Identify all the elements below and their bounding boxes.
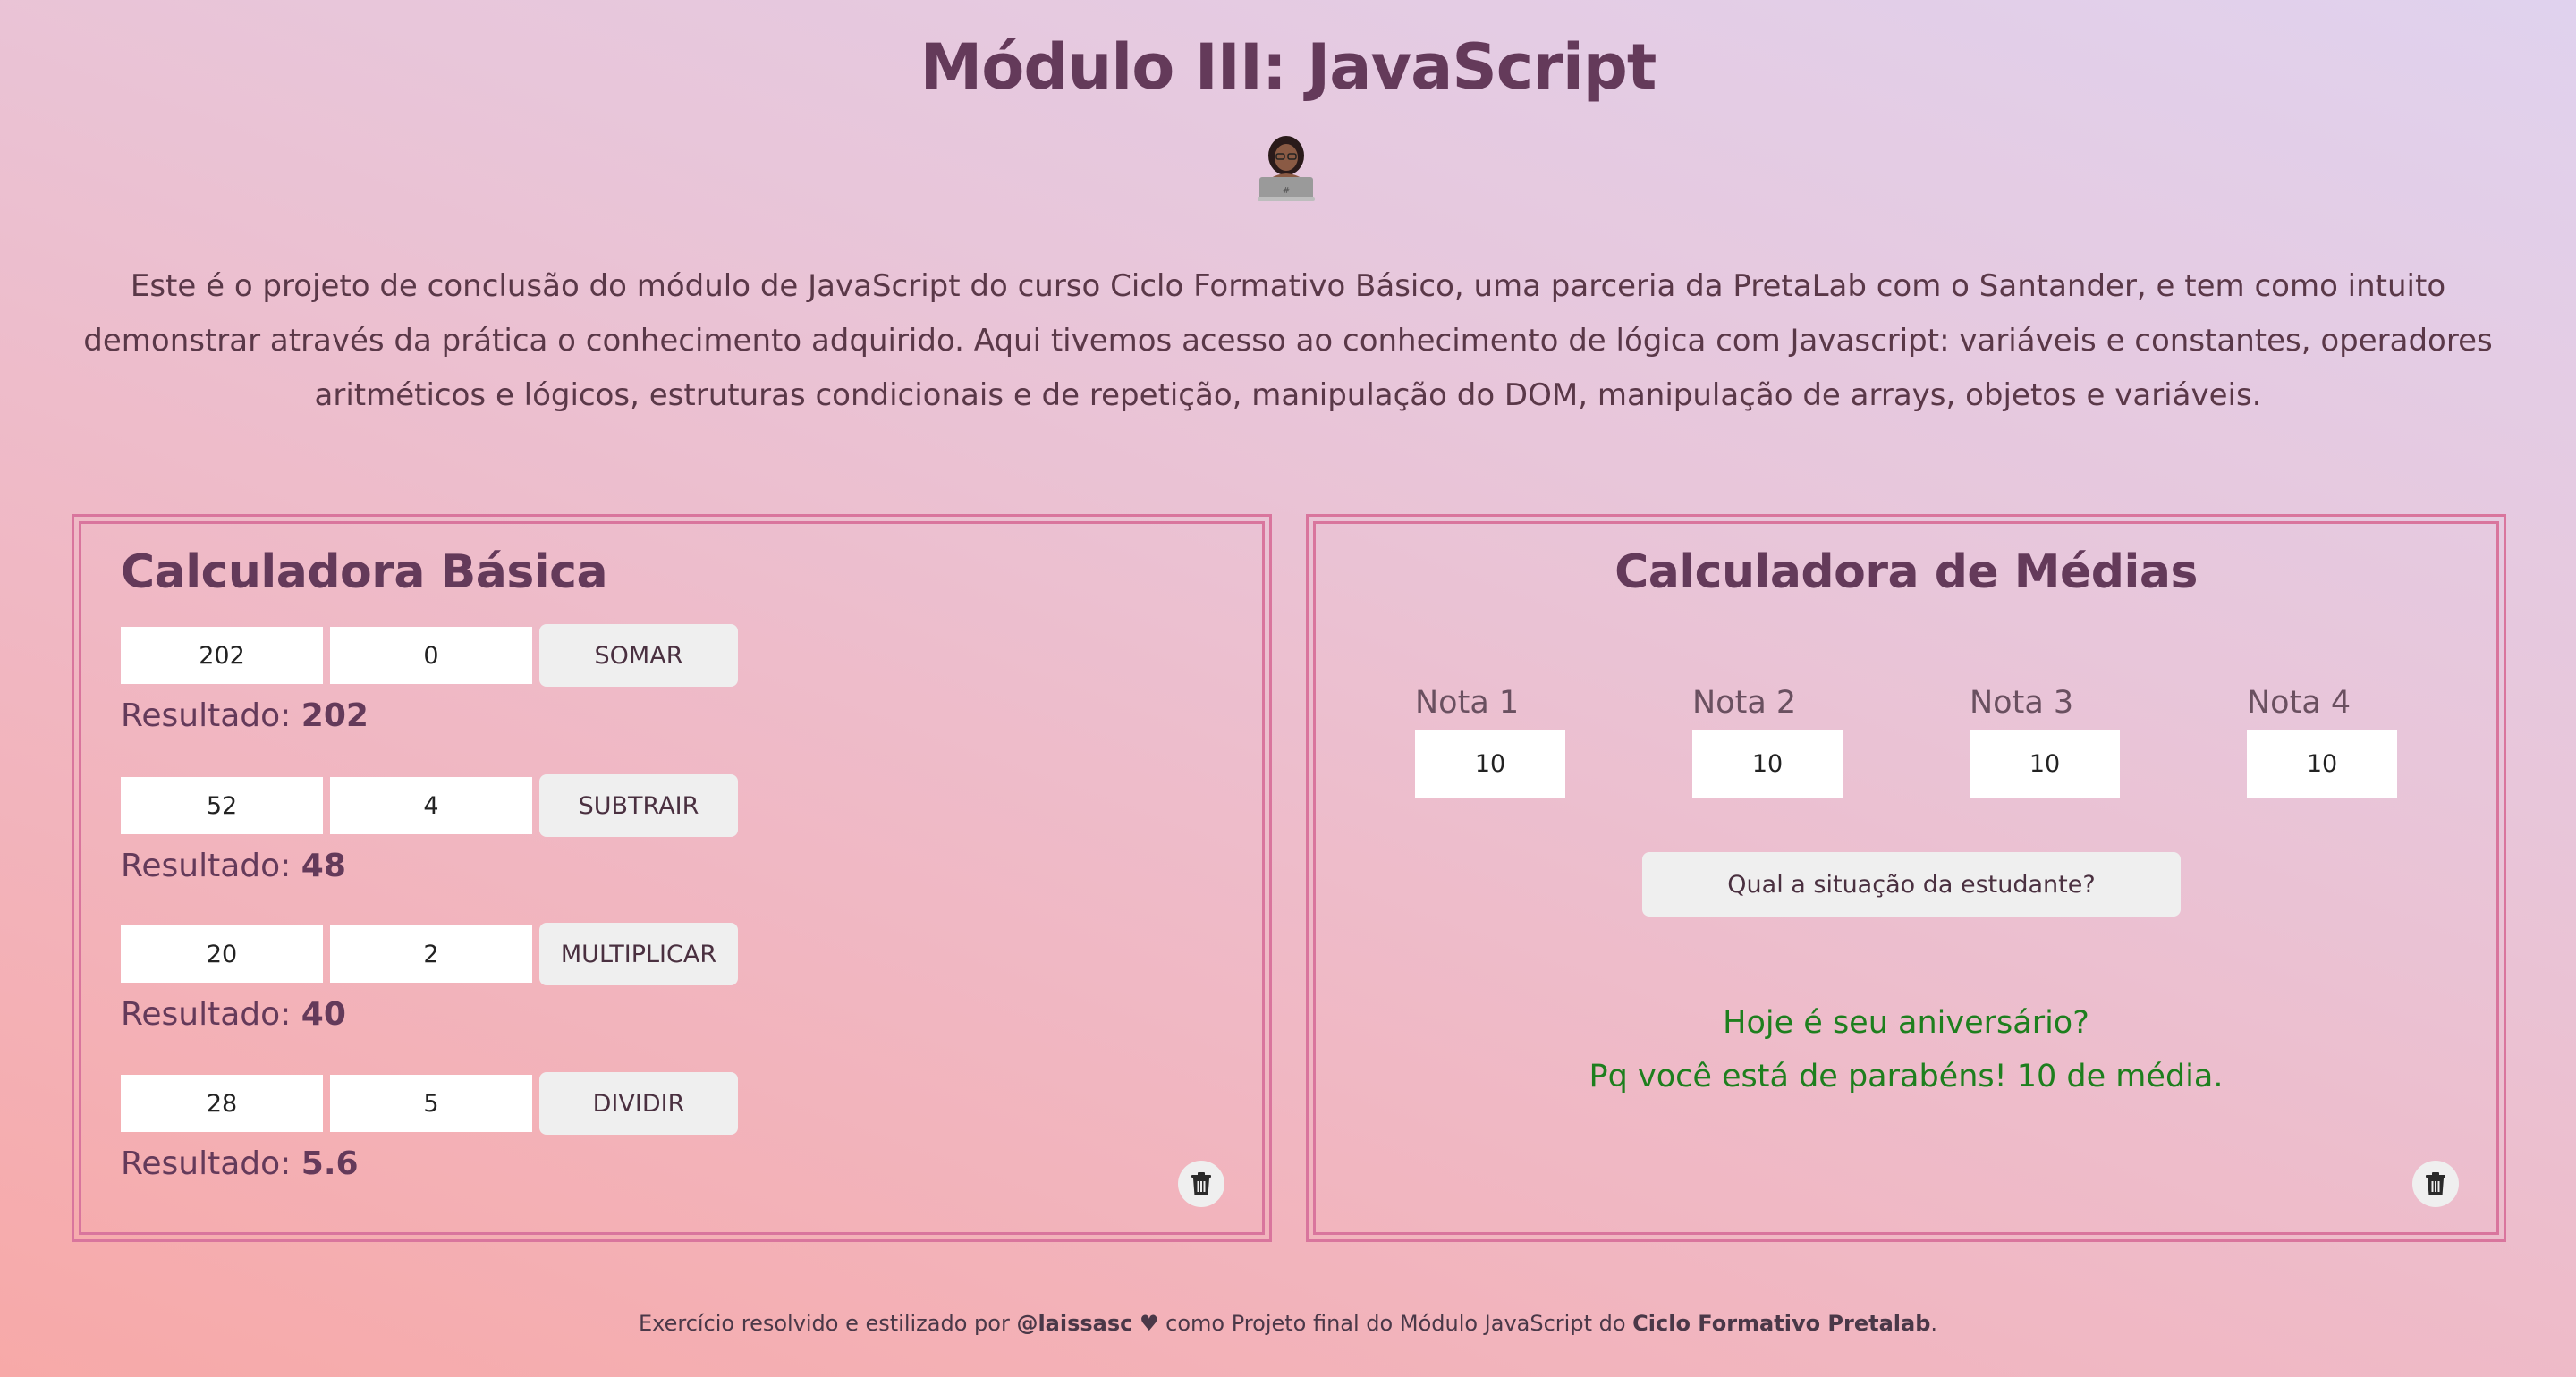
sum-button[interactable]: SOMAR (539, 624, 738, 687)
sum-input-b[interactable] (330, 627, 532, 684)
grade-4-input[interactable] (2247, 730, 2397, 798)
result-message-line-1: Hoje é seu aniversário? (1723, 1005, 2089, 1041)
clear-basic-button[interactable] (1178, 1161, 1224, 1207)
grade-2: Nota 2 (1692, 685, 1844, 798)
grade-4: Nota 4 (2247, 685, 2399, 798)
subtract-result-value: 48 (301, 848, 346, 884)
check-status-button[interactable]: Qual a situação da estudante? (1642, 852, 2181, 917)
footer-end: . (1930, 1311, 1938, 1336)
multiply-input-b[interactable] (330, 925, 532, 983)
clear-average-button[interactable] (2412, 1161, 2459, 1207)
grade-1-label: Nota 1 (1415, 685, 1520, 721)
woman-technologist-icon: # (1252, 131, 1320, 202)
grade-3-label: Nota 3 (1970, 685, 2074, 721)
divide-input-a[interactable] (121, 1075, 323, 1132)
grade-2-input[interactable] (1692, 730, 1843, 798)
divide-result: Resultado: 5.6 (121, 1145, 359, 1182)
sum-result: Resultado: 202 (121, 697, 369, 734)
sum-input-a[interactable] (121, 627, 323, 684)
result-label: Resultado: (121, 697, 292, 734)
sum-result-value: 202 (301, 697, 369, 734)
divide-button[interactable]: DIVIDIR (539, 1072, 738, 1135)
grade-3: Nota 3 (1970, 685, 2122, 798)
trash-icon (2426, 1172, 2445, 1195)
grade-1-input[interactable] (1415, 730, 1565, 798)
grade-2-label: Nota 2 (1692, 685, 1797, 721)
multiply-result-value: 40 (301, 996, 346, 1033)
footer-text-2: como Projeto final do Módulo JavaScript … (1158, 1311, 1633, 1336)
average-calculator-inner: Calculadora de Médias Nota 1 Nota 2 Nota… (1313, 521, 2499, 1235)
footer: Exercício resolvido e estilizado por @la… (0, 1311, 2576, 1336)
basic-calculator-inner: Calculadora Básica SOMAR Resultado: 202 … (79, 521, 1265, 1235)
divide-input-b[interactable] (330, 1075, 532, 1132)
subtract-button[interactable]: SUBTRAIR (539, 774, 738, 837)
result-label: Resultado: (121, 848, 292, 884)
result-label: Resultado: (121, 1145, 292, 1182)
multiply-input-a[interactable] (121, 925, 323, 983)
average-calculator-title: Calculadora de Médias (1614, 545, 2198, 599)
footer-course-link[interactable]: Ciclo Formativo Pretalab (1632, 1311, 1930, 1336)
multiply-result: Resultado: 40 (121, 996, 346, 1033)
basic-calculator-card: Calculadora Básica SOMAR Resultado: 202 … (72, 514, 1272, 1242)
footer-text-1: Exercício resolvido e estilizado por (638, 1311, 1017, 1336)
result-label: Resultado: (121, 996, 292, 1033)
average-calculator-card: Calculadora de Médias Nota 1 Nota 2 Nota… (1306, 514, 2506, 1242)
subtract-input-b[interactable] (330, 777, 532, 834)
basic-calculator-title: Calculadora Básica (121, 545, 608, 599)
subtract-input-a[interactable] (121, 777, 323, 834)
heart-icon: ♥ (1140, 1311, 1159, 1336)
result-message-line-2: Pq você está de parabéns! 10 de média. (1589, 1059, 2224, 1094)
grade-3-input[interactable] (1970, 730, 2120, 798)
svg-text:#: # (1283, 186, 1290, 196)
footer-author-link[interactable]: @laissasc (1016, 1311, 1132, 1336)
page-title: Módulo III: JavaScript (919, 30, 1657, 104)
grade-1: Nota 1 (1415, 685, 1567, 798)
trash-icon (1191, 1172, 1211, 1195)
subtract-result: Resultado: 48 (121, 848, 346, 884)
intro-paragraph: Este é o projeto de conclusão do módulo … (83, 268, 2493, 413)
multiply-button[interactable]: MULTIPLICAR (539, 923, 738, 985)
grade-4-label: Nota 4 (2247, 685, 2351, 721)
divide-result-value: 5.6 (301, 1145, 359, 1182)
